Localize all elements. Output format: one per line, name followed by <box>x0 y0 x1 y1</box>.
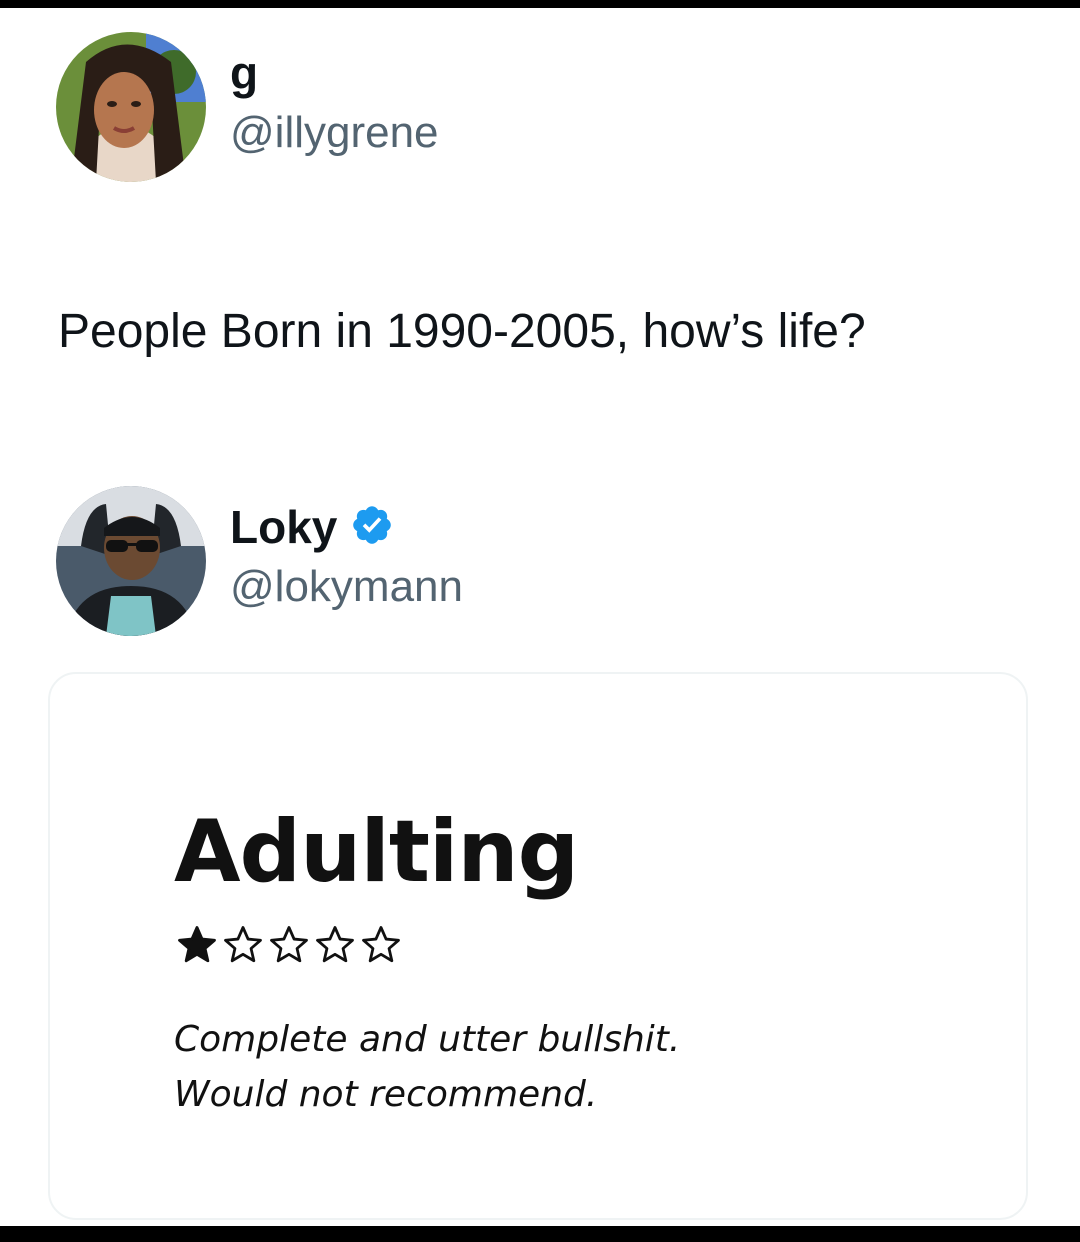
review-line-1: Complete and utter bullshit. <box>174 1019 681 1060</box>
post-header: g @illygrene <box>56 32 956 182</box>
star-rating <box>176 924 406 968</box>
bottom-frame-bar <box>0 1226 1080 1242</box>
star-outline-icon <box>316 926 354 963</box>
user-handle[interactable]: @illygrene <box>230 106 439 160</box>
post-text: People Born in 1990-2005, how’s life? <box>58 305 866 358</box>
avatar-photo-icon <box>56 486 206 636</box>
avatar[interactable] <box>56 486 206 636</box>
media-card[interactable]: Adulting Complete and utter bullshit. Wo… <box>48 672 1028 1220</box>
avatar[interactable] <box>56 32 206 182</box>
star-filled-icon <box>178 926 216 963</box>
star-outline-icon <box>362 926 400 963</box>
user-handle[interactable]: @lokymann <box>230 560 463 614</box>
verified-badge-icon <box>350 503 394 552</box>
display-name[interactable]: g <box>230 46 258 100</box>
post-header: Loky @lokymann <box>56 486 956 636</box>
star-outline-icon <box>224 926 262 963</box>
avatar-photo-icon <box>56 32 206 182</box>
author-block: g @illygrene <box>230 46 439 160</box>
star-outline-icon <box>270 926 308 963</box>
review-line-2: Would not recommend. <box>174 1074 598 1115</box>
display-name[interactable]: Loky <box>230 500 337 554</box>
author-block: Loky @lokymann <box>230 500 463 614</box>
top-frame-bar <box>0 0 1080 8</box>
card-title: Adulting <box>174 802 579 902</box>
review-text: Complete and utter bullshit. Would not r… <box>174 1012 680 1122</box>
